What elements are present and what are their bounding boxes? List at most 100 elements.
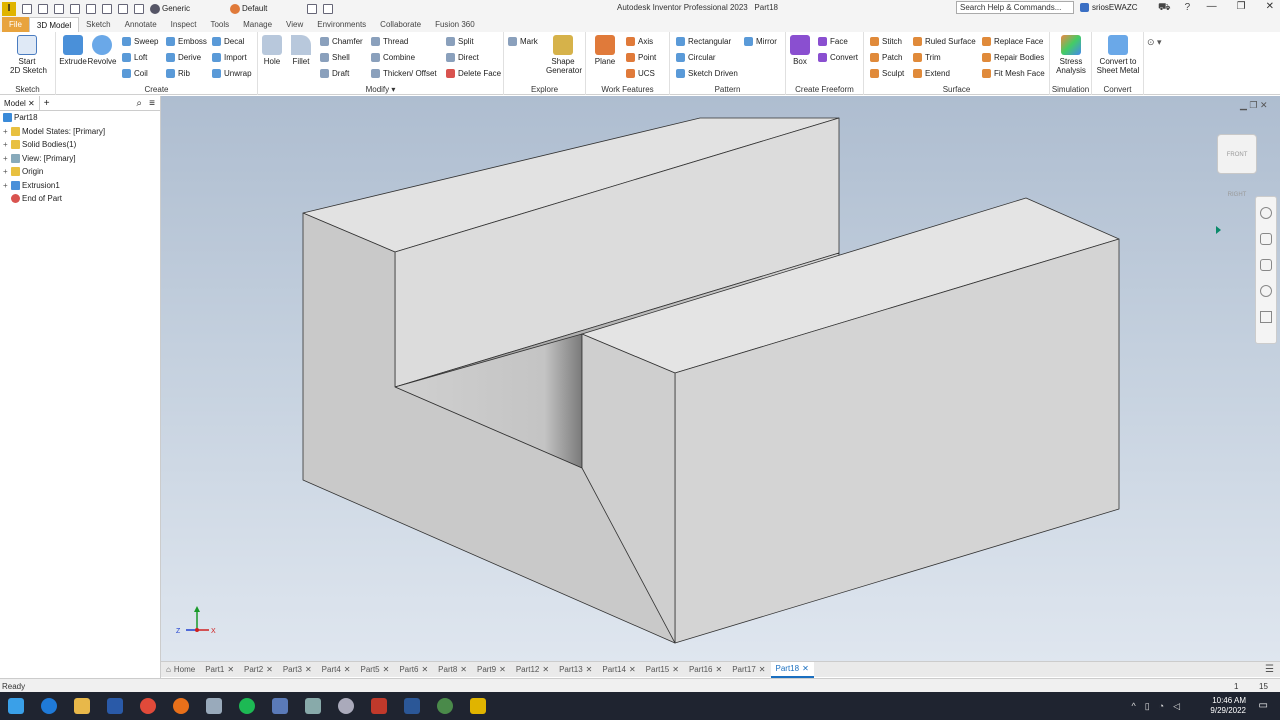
thicken-button[interactable]: Thicken/ Offset [371, 69, 437, 78]
trim-button[interactable]: Trim [913, 53, 941, 62]
combine-button[interactable]: Combine [371, 53, 415, 62]
tab-list-icon[interactable]: ☰ [1265, 664, 1274, 675]
direct-button[interactable]: Direct [446, 53, 479, 62]
expand-icon[interactable]: + [3, 127, 9, 136]
menu-icon[interactable]: ≡ [149, 98, 155, 109]
plane-button[interactable]: Plane [588, 35, 622, 66]
repair-bodies-button[interactable]: Repair Bodies [982, 53, 1044, 62]
tree-item-end-of-part[interactable]: End of Part [0, 192, 160, 206]
chevron-up-icon[interactable]: ^ [1131, 701, 1135, 712]
undo-icon[interactable] [70, 3, 80, 14]
cart-icon[interactable]: ⛟ [1158, 2, 1171, 15]
mirror-button[interactable]: Mirror [744, 37, 777, 46]
mark-button[interactable]: Mark [508, 37, 538, 46]
chamfer-button[interactable]: Chamfer [320, 37, 363, 46]
loft-button[interactable]: Loft [122, 53, 147, 62]
doc-tab[interactable]: Part12 ✕ [511, 662, 554, 678]
tab-collaborate[interactable]: Collaborate [373, 17, 428, 32]
close-icon[interactable]: ✕ [460, 665, 467, 674]
zoom-icon[interactable] [1260, 259, 1272, 271]
doc-tab[interactable]: Part15 ✕ [641, 662, 684, 678]
tab-sketch[interactable]: Sketch [79, 17, 117, 32]
chrome-icon[interactable] [140, 698, 156, 714]
tab-tools[interactable]: Tools [203, 17, 236, 32]
circular-button[interactable]: Circular [676, 53, 716, 62]
ruled-surface-button[interactable]: Ruled Surface [913, 37, 976, 46]
close-icon[interactable]: ✕ [672, 665, 679, 674]
redo-icon[interactable] [86, 3, 96, 14]
add-tab-icon[interactable]: + [40, 98, 54, 109]
close-icon[interactable]: ✕ [499, 665, 506, 674]
face-button[interactable]: Face [818, 37, 848, 46]
appearance-select[interactable]: Default [230, 3, 267, 14]
close-icon[interactable]: ✕ [1266, 1, 1274, 12]
search-icon[interactable]: ⌕ [136, 98, 142, 109]
revolve-button[interactable]: Revolve [85, 35, 119, 66]
tab-inspect[interactable]: Inspect [164, 17, 204, 32]
sculpt-button[interactable]: Sculpt [870, 69, 904, 78]
spotify-icon[interactable] [239, 698, 255, 714]
extend-button[interactable]: Extend [913, 69, 950, 78]
user-account[interactable]: sriosEWAZC [1080, 3, 1137, 12]
draft-button[interactable]: Draft [320, 69, 349, 78]
sweep-button[interactable]: Sweep [122, 37, 158, 46]
doc-tab[interactable]: Part6 ✕ [394, 662, 433, 678]
app-icon[interactable] [305, 698, 321, 714]
tab-3d-model[interactable]: 3D Model [28, 17, 80, 32]
tree-item-model-states[interactable]: + Model States: [Primary] [0, 125, 160, 139]
tab-annotate[interactable]: Annotate [118, 17, 164, 32]
shell-button[interactable]: Shell [320, 53, 350, 62]
expand-icon[interactable]: + [3, 181, 9, 190]
doc-tab[interactable]: Part17 ✕ [727, 662, 770, 678]
save-icon[interactable] [54, 3, 64, 14]
decal-button[interactable]: Decal [212, 37, 244, 46]
modify-panel-title[interactable]: Modify ▾ [258, 85, 503, 94]
notifications-icon[interactable]: ▭ [1259, 700, 1268, 711]
expand-icon[interactable]: + [3, 154, 9, 163]
close-icon[interactable]: ✕ [802, 664, 809, 673]
doc-tab[interactable]: Part9 ✕ [472, 662, 511, 678]
convert-sheet-metal-button[interactable]: Convert to Sheet Metal [1094, 35, 1142, 75]
doc-tab-home[interactable]: ⌂ Home [161, 662, 200, 678]
tab-environments[interactable]: Environments [310, 17, 373, 32]
tree-item-solid-bodies[interactable]: + Solid Bodies(1) [0, 138, 160, 152]
emboss-button[interactable]: Emboss [166, 37, 207, 46]
doc-tab[interactable]: Part8 ✕ [433, 662, 472, 678]
convert-button[interactable]: Convert [818, 53, 858, 62]
tree-item-extrusion[interactable]: + Extrusion1 [0, 179, 160, 193]
coil-button[interactable]: Coil [122, 69, 148, 78]
battery-icon[interactable]: ▯ [1145, 701, 1150, 712]
tab-manage[interactable]: Manage [236, 17, 279, 32]
file-explorer-icon[interactable] [74, 698, 90, 714]
inventor-icon[interactable] [470, 698, 486, 714]
network-icon[interactable]: ◔ [1159, 701, 1164, 712]
close-icon[interactable]: ✕ [227, 665, 234, 674]
firefox-icon[interactable] [173, 698, 189, 714]
derive-button[interactable]: Derive [166, 53, 201, 62]
shape-generator-button[interactable]: Shape Generator [546, 35, 582, 75]
stress-analysis-button[interactable]: Stress Analysis [1054, 35, 1088, 75]
close-icon[interactable]: ✕ [266, 665, 273, 674]
select-icon[interactable] [134, 3, 144, 14]
fit-mesh-face-button[interactable]: Fit Mesh Face [982, 69, 1045, 78]
pan-icon[interactable] [1260, 233, 1272, 245]
material-select[interactable]: Generic [150, 3, 190, 14]
doc-tab[interactable]: Part4 ✕ [317, 662, 356, 678]
tab-view[interactable]: View [279, 17, 310, 32]
doc-tab[interactable]: Part1 ✕ [200, 662, 239, 678]
doc-tab[interactable]: Part5 ✕ [356, 662, 395, 678]
close-icon[interactable]: ✕ [421, 665, 428, 674]
open-icon[interactable] [38, 3, 48, 14]
close-icon[interactable]: ✕ [629, 665, 636, 674]
doc-tab[interactable]: Part2 ✕ [239, 662, 278, 678]
store-icon[interactable] [107, 698, 123, 714]
close-icon[interactable]: ✕ [716, 665, 723, 674]
fx-icon[interactable] [323, 3, 334, 14]
new-icon[interactable] [22, 3, 32, 14]
word-icon[interactable] [404, 698, 420, 714]
tree-item-part[interactable]: Part18 [0, 111, 160, 125]
rectangular-button[interactable]: Rectangular [676, 37, 731, 46]
minimize-icon[interactable]: — [1207, 1, 1217, 12]
tab-fusion-360[interactable]: Fusion 360 [428, 17, 482, 32]
viewcube[interactable]: FRONT RIGHT [1217, 134, 1257, 198]
